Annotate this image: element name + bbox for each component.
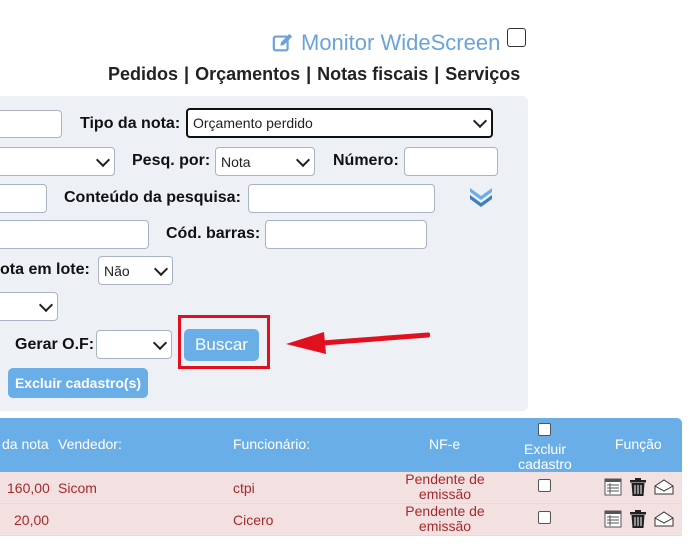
filter-select-2[interactable]: [0, 147, 115, 176]
cell-valor: 20,00: [14, 512, 50, 528]
nota-lote-select[interactable]: Não: [98, 256, 173, 285]
chevron-down-icon: [295, 152, 311, 167]
details-icon[interactable]: [604, 478, 622, 496]
pesq-por-label: Pesq. por:: [132, 152, 211, 169]
nav-separator: |: [306, 64, 312, 84]
chevron-down-icon: [95, 152, 111, 167]
email-icon[interactable]: [654, 479, 674, 495]
nav-orcamentos[interactable]: Orçamentos: [195, 64, 300, 84]
widescreen-checkbox[interactable]: [507, 28, 526, 47]
nav-notas-fiscais[interactable]: Notas fiscais: [317, 64, 428, 84]
red-arrow-icon: [286, 332, 430, 354]
monitor-widescreen-link[interactable]: Monitor WideScreen: [272, 30, 500, 56]
col-nfe: NF-e: [429, 436, 461, 452]
filter-input-4[interactable]: [0, 220, 149, 249]
chevron-down-icon: [153, 261, 169, 276]
main-nav: Pedidos | Orçamentos | Notas fiscais | Serviço…: [108, 64, 520, 85]
email-icon[interactable]: [654, 511, 674, 527]
numero-input[interactable]: [404, 147, 498, 176]
cell-funcionario: ctpi: [233, 480, 255, 496]
table-header: da nota Vendedor: Funcionário: NF-e Excl…: [0, 418, 682, 472]
cell-nfe-status: Pendente de emissão: [405, 471, 485, 502]
tipo-nota-select[interactable]: Orçamento perdido: [186, 108, 493, 138]
conteudo-label: Conteúdo da pesquisa:: [64, 189, 241, 206]
nav-separator: |: [184, 64, 190, 84]
filter-input-1[interactable]: [0, 110, 62, 138]
chevron-down-icon: [472, 113, 488, 129]
chevron-down-icon: [38, 297, 54, 312]
nota-lote-label: ota em lote:: [0, 261, 90, 278]
cell-nfe-status: Pendente de emissão: [405, 503, 485, 534]
nav-separator: |: [434, 64, 440, 84]
col-excluir-cadastro: Excluir cadastro: [518, 441, 572, 472]
row-checkbox[interactable]: [538, 479, 551, 492]
numero-label: Número:: [333, 152, 399, 169]
tipo-nota-label: Tipo da nota:: [80, 115, 181, 132]
col-funcionario: Funcionário:: [233, 436, 311, 452]
double-chevron-down-icon[interactable]: [468, 186, 494, 208]
row-checkbox[interactable]: [538, 511, 551, 524]
pesq-por-select[interactable]: Nota: [215, 147, 315, 176]
chevron-down-icon: [152, 335, 168, 350]
table-row: 160,00 Sicom ctpi Pendente de emissão: [0, 472, 682, 504]
cod-barras-input[interactable]: [265, 220, 427, 249]
trash-icon[interactable]: [629, 509, 647, 529]
cell-valor: 160,00: [7, 480, 50, 496]
table-row: 20,00 Cicero Pendente de emissão: [0, 504, 682, 536]
edit-icon: [272, 33, 293, 52]
details-icon[interactable]: [604, 510, 622, 528]
monitor-label: Monitor WideScreen: [301, 30, 501, 55]
col-funcao: Função: [615, 436, 662, 452]
pesq-por-value: Nota: [221, 153, 251, 170]
nota-lote-value: Não: [104, 262, 130, 279]
trash-icon[interactable]: [629, 477, 647, 497]
tipo-nota-value: Orçamento perdido: [193, 115, 313, 131]
cell-funcionario: Cicero: [233, 512, 274, 528]
cell-vendedor: Sicom: [58, 480, 97, 496]
nav-pedidos[interactable]: Pedidos: [108, 64, 178, 84]
col-vendedor: Vendedor:: [58, 436, 122, 452]
select-all-checkbox[interactable]: [538, 423, 551, 436]
nav-servicos[interactable]: Serviços: [445, 64, 520, 84]
excluir-cadastros-button[interactable]: Excluir cadastro(s): [8, 368, 148, 398]
gerar-of-select[interactable]: [96, 330, 172, 359]
filter-select-6[interactable]: [0, 292, 58, 321]
highlight-box: [178, 315, 270, 369]
col-valor-nota: da nota: [2, 436, 49, 452]
conteudo-input[interactable]: [248, 184, 435, 213]
filter-input-3[interactable]: [0, 184, 47, 213]
cod-barras-label: Cód. barras:: [166, 225, 261, 242]
gerar-of-label: Gerar O.F:: [15, 336, 95, 353]
